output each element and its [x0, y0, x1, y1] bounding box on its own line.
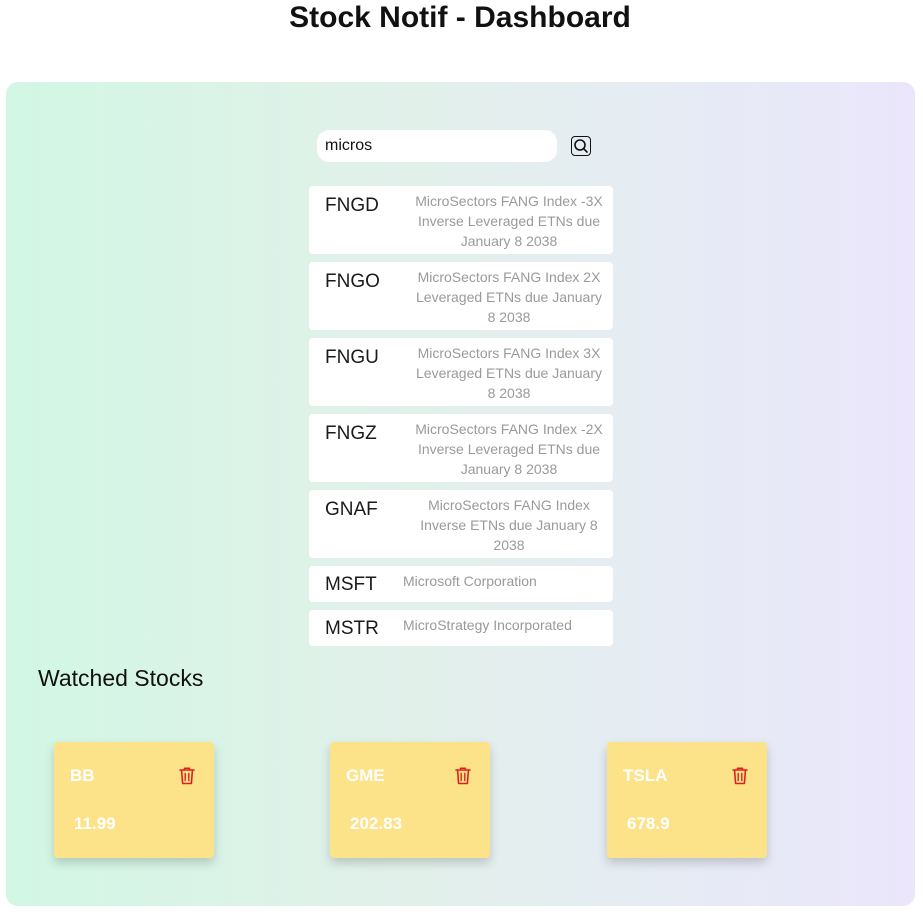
trash-icon	[732, 767, 748, 785]
result-name: MicroSectors FANG Index -3X Inverse Leve…	[415, 193, 603, 249]
trash-icon	[179, 767, 195, 785]
stock-card-bb: BB 11.99	[54, 742, 214, 858]
result-item-mstr[interactable]: MSTR MicroStrategy Incorporated	[309, 610, 613, 646]
result-name: Microsoft Corporation	[403, 573, 537, 589]
result-symbol: FNGZ	[325, 423, 377, 444]
delete-button[interactable]	[731, 766, 749, 786]
result-symbol: GNAF	[325, 499, 378, 520]
result-item-fngu[interactable]: FNGU MicroSectors FANG Index 3X Leverage…	[309, 338, 613, 406]
result-symbol: FNGD	[325, 195, 379, 216]
card-price: 678.9	[627, 814, 670, 833]
result-symbol: MSTR	[325, 618, 379, 639]
result-symbol: FNGU	[325, 347, 379, 368]
result-item-fngz[interactable]: FNGZ MicroSectors FANG Index -2X Inverse…	[309, 414, 613, 482]
result-name: MicroSectors FANG Index -2X Inverse Leve…	[415, 421, 603, 477]
card-symbol: GME	[346, 766, 385, 785]
result-item-fngo[interactable]: FNGO MicroSectors FANG Index 2X Leverage…	[309, 262, 613, 330]
card-price: 202.83	[350, 814, 402, 833]
result-name: MicroStrategy Incorporated	[403, 617, 572, 633]
result-symbol: MSFT	[325, 574, 377, 595]
search-results-list: FNGD MicroSectors FANG Index -3X Inverse…	[309, 186, 613, 654]
delete-button[interactable]	[178, 766, 196, 786]
result-symbol: FNGO	[325, 271, 380, 292]
result-name: MicroSectors FANG Index Inverse ETNs due…	[420, 497, 598, 553]
page-title: Stock Notif - Dashboard	[289, 1, 631, 34]
magnifier-icon	[574, 139, 588, 153]
result-name: MicroSectors FANG Index 3X Leveraged ETN…	[416, 345, 602, 401]
result-item-fngd[interactable]: FNGD MicroSectors FANG Index -3X Inverse…	[309, 186, 613, 254]
search-button[interactable]	[571, 136, 591, 156]
result-name: MicroSectors FANG Index 2X Leveraged ETN…	[416, 269, 602, 325]
stock-card-gme: GME 202.83	[330, 742, 490, 858]
trash-icon	[455, 767, 471, 785]
stock-card-tsla: TSLA 678.9	[607, 742, 767, 858]
card-symbol: TSLA	[623, 766, 668, 785]
card-symbol: BB	[70, 766, 95, 785]
search-input[interactable]	[317, 130, 557, 162]
card-price: 11.99	[74, 814, 116, 833]
result-item-gnaf[interactable]: GNAF MicroSectors FANG Index Inverse ETN…	[309, 490, 613, 558]
delete-button[interactable]	[454, 766, 472, 786]
result-item-msft[interactable]: MSFT Microsoft Corporation	[309, 566, 613, 602]
watched-stocks-heading: Watched Stocks	[38, 665, 204, 691]
